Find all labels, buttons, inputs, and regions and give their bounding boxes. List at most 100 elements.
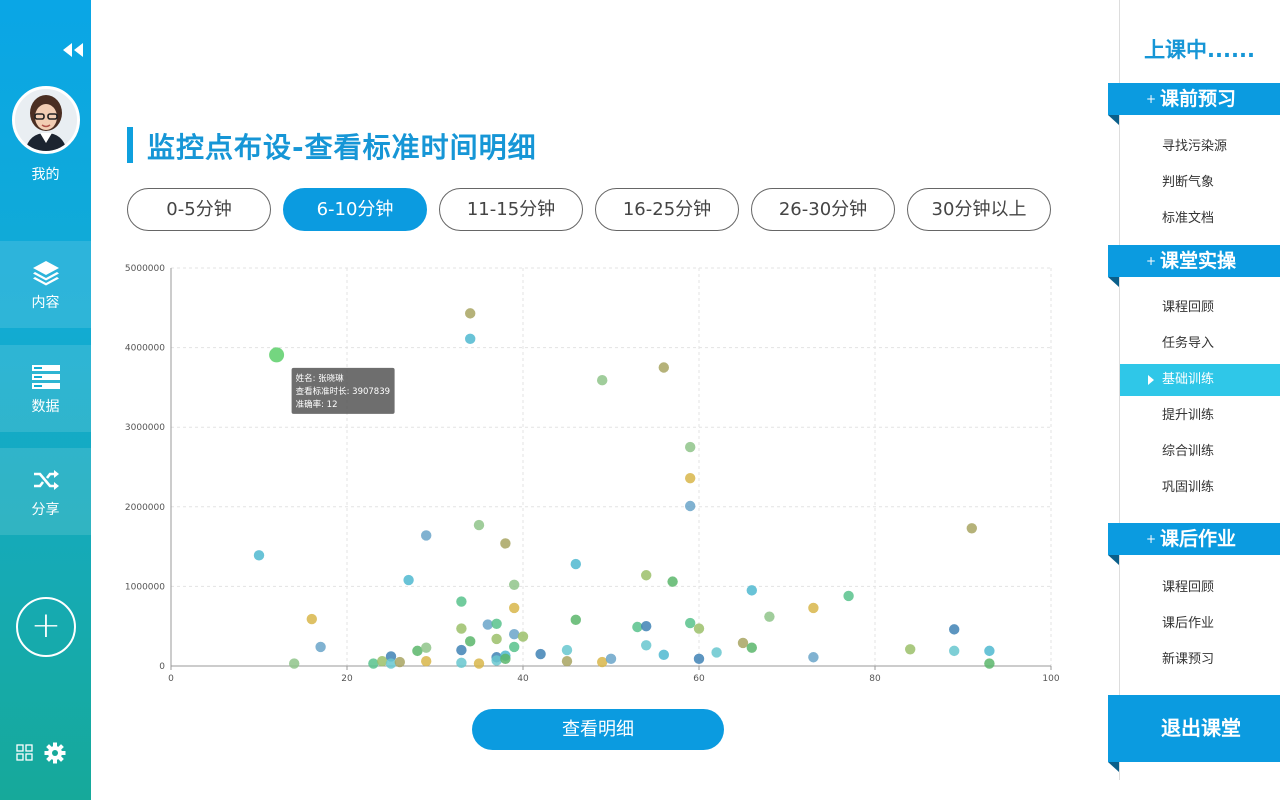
data-point [984,658,995,669]
menu-item-homework[interactable]: 课后作业 [1120,608,1280,640]
section-label: 课前预习 [1160,88,1237,110]
section-homework[interactable]: + 课后作业 [1108,523,1280,565]
data-point [808,602,819,614]
menu-item-advanced-training[interactable]: 提升训练 [1120,400,1280,432]
data-point [306,613,317,625]
data-point [685,441,696,453]
data-point [658,362,669,373]
grid-icon[interactable] [16,744,34,766]
add-button[interactable]: + [16,597,76,657]
menu-item-find-pollution[interactable]: 寻找污染源 [1120,131,1280,163]
data-point [421,530,432,541]
sidebar-item-share[interactable]: 分享 [0,448,91,535]
time-range-tabs: 0-5分钟 6-10分钟 11-15分钟 16-25分钟 26-30分钟 30分… [127,188,1051,231]
database-icon [31,364,60,389]
tooltip-text: 姓名: 张晓琳 [296,373,345,384]
y-tick-label: 4000000 [125,344,165,354]
menu-item-comprehensive[interactable]: 综合训练 [1120,436,1280,468]
gear-icon[interactable] [44,742,66,768]
data-point [641,570,652,581]
data-point [509,628,520,640]
data-point [737,637,749,649]
data-point [456,623,467,634]
x-tick-label: 80 [869,674,881,684]
tab-26-30[interactable]: 26-30分钟 [751,188,895,231]
menu-item-standard-doc[interactable]: 标准文档 [1120,203,1280,235]
tab-16-25[interactable]: 16-25分钟 [595,188,739,231]
data-point [658,649,669,661]
y-tick-label: 1000000 [125,582,165,592]
data-point [368,658,379,669]
tab-30-plus[interactable]: 30分钟以上 [907,188,1051,231]
tab-0-5[interactable]: 0-5分钟 [127,188,271,231]
data-point [473,658,485,669]
data-point [269,347,285,363]
sidebar-item-label: 内容 [31,294,60,311]
data-point [403,574,414,586]
data-point [491,618,502,630]
data-point [491,633,502,645]
x-tick-label: 0 [168,674,174,684]
data-point [535,648,546,660]
data-point [482,619,493,630]
exit-class-button[interactable]: 退出课堂 [1108,695,1280,772]
view-detail-button[interactable]: 查看明细 [472,709,724,750]
data-point [685,472,696,484]
collapse-icon[interactable] [60,40,86,62]
data-point [456,644,467,656]
layers-icon [32,260,59,285]
data-point [517,631,529,642]
menu-item-next-preview[interactable]: 新课预习 [1120,644,1280,676]
data-point [253,550,265,561]
menu-item-review[interactable]: 课程回顾 [1120,292,1280,324]
scatter-chart: 0 20 40 60 80 100 0 1000000 2000000 3000000 400000… [120,258,1070,688]
data-point [843,590,854,602]
data-point [421,642,432,653]
data-point [561,644,573,656]
tab-6-10[interactable]: 6-10分钟 [283,188,427,231]
data-point [315,641,326,653]
data-point [421,656,432,667]
data-point [465,636,476,647]
sidebar-item-data[interactable]: 数据 [0,345,91,432]
data-point [509,641,520,653]
data-point [456,657,467,669]
y-tick-label: 2000000 [125,503,165,513]
menu-item-consolidation[interactable]: 巩固训练 [1120,472,1280,504]
data-point [711,647,722,658]
section-classroom[interactable]: + 课堂实操 [1108,245,1280,287]
data-point [966,523,977,534]
shuffle-icon [33,469,59,490]
class-status: 上课中...... [1144,38,1255,62]
data-point [509,579,520,591]
caret-right-icon [1148,375,1154,385]
data-point [641,640,652,651]
my-label[interactable]: 我的 [0,164,91,184]
section-preview[interactable]: + 课前预习 [1108,83,1280,125]
menu-item-basic-training[interactable]: 基础训练 [1120,364,1280,396]
section-label: 课堂实操 [1160,250,1237,272]
data-point [385,658,397,669]
y-tick-label: 5000000 [125,264,165,274]
data-point [949,624,960,635]
page-title: 监控点布设-查看标准时间明细 [147,131,537,164]
plus-icon: + [1146,532,1157,546]
menu-item-weather[interactable]: 判断气象 [1120,167,1280,199]
scatter-chart-svg: 0 20 40 60 80 100 0 1000000 2000000 3000000 400000… [125,264,1060,684]
data-point [465,308,476,319]
data-point [465,333,476,345]
menu-item-task-intro[interactable]: 任务导入 [1120,328,1280,360]
menu-item-review-2[interactable]: 课程回顾 [1120,572,1280,604]
data-point [561,656,573,667]
data-point [693,623,705,634]
data-point [949,645,960,657]
left-sidebar: 我的 内容 数据 分享 + [0,0,91,800]
data-point [456,596,467,607]
data-point [905,644,916,655]
data-point [632,621,643,633]
tab-11-15[interactable]: 11-15分钟 [439,188,583,231]
avatar[interactable] [12,86,80,154]
data-point [641,621,652,632]
data-point [570,614,581,626]
sidebar-item-content[interactable]: 内容 [0,241,91,328]
